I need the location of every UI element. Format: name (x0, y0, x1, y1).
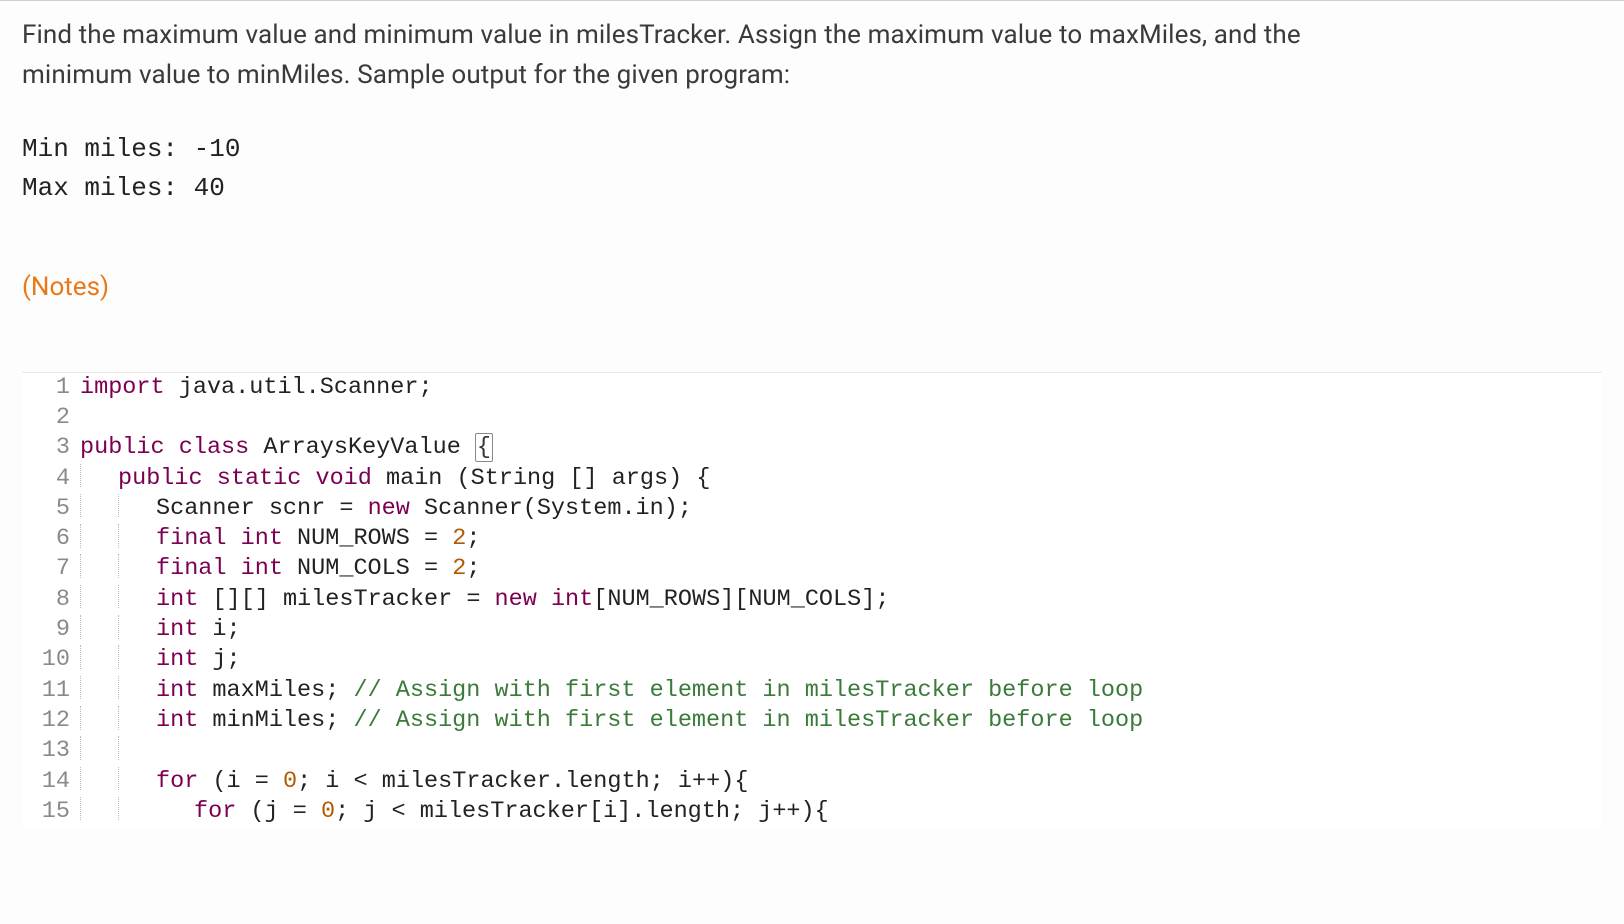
line-number: 2 (22, 403, 80, 433)
line-number: 3 (22, 433, 80, 463)
prompt-line-2: minimum value to minMiles. Sample output… (22, 60, 790, 90)
code-content[interactable]: for (i = 0; i < milesTracker.length; i++… (80, 767, 748, 797)
sample-output-line-2: Max miles: 40 (22, 173, 225, 203)
line-number: 8 (22, 585, 80, 615)
sample-output-line-1: Min miles: -10 (22, 134, 240, 164)
code-content[interactable]: int maxMiles; // Assign with first eleme… (80, 676, 1143, 706)
line-number: 12 (22, 706, 80, 736)
code-line: 9 int i; (22, 615, 1602, 645)
line-number: 1 (22, 373, 80, 403)
line-number: 7 (22, 554, 80, 584)
problem-prompt: Find the maximum value and minimum value… (22, 15, 1602, 96)
line-number: 5 (22, 494, 80, 524)
code-line: 5 Scanner scnr = new Scanner(System.in); (22, 494, 1602, 524)
code-content[interactable]: final int NUM_COLS = 2; (80, 554, 480, 584)
line-number: 9 (22, 615, 80, 645)
code-line: 8 int [][] milesTracker = new int[NUM_RO… (22, 585, 1602, 615)
code-content[interactable]: public static void main (String [] args)… (80, 464, 710, 494)
code-line: 3 public class ArraysKeyValue { (22, 433, 1602, 463)
code-line: 1 import java.util.Scanner; (22, 373, 1602, 403)
code-line: 6 final int NUM_ROWS = 2; (22, 524, 1602, 554)
code-line: 10 int j; (22, 645, 1602, 675)
problem-container: Find the maximum value and minimum value… (0, 0, 1624, 827)
code-line: 4 public static void main (String [] arg… (22, 464, 1602, 494)
code-line: 15 for (j = 0; j < milesTracker[i].lengt… (22, 797, 1602, 827)
line-number: 4 (22, 464, 80, 494)
code-line: 7 final int NUM_COLS = 2; (22, 554, 1602, 584)
code-line: 12 int minMiles; // Assign with first el… (22, 706, 1602, 736)
code-line: 14 for (i = 0; i < milesTracker.length; … (22, 767, 1602, 797)
code-editor[interactable]: 1 import java.util.Scanner; 2 3 public c… (22, 372, 1602, 828)
line-number: 11 (22, 676, 80, 706)
line-number: 15 (22, 797, 80, 827)
code-line: 2 (22, 403, 1602, 433)
prompt-line-1: Find the maximum value and minimum value… (22, 20, 1301, 50)
code-content[interactable]: int j; (80, 645, 241, 675)
code-content[interactable]: int minMiles; // Assign with first eleme… (80, 706, 1143, 736)
code-content[interactable]: Scanner scnr = new Scanner(System.in); (80, 494, 692, 524)
line-number: 14 (22, 767, 80, 797)
cursor-brace: { (475, 433, 493, 462)
line-number: 10 (22, 645, 80, 675)
code-line: 13 (22, 736, 1602, 766)
code-content[interactable]: public class ArraysKeyValue { (80, 433, 493, 463)
sample-output-block: Min miles: -10 Max miles: 40 (22, 130, 1602, 208)
line-number: 13 (22, 736, 80, 766)
code-content[interactable]: int i; (80, 615, 241, 645)
code-content[interactable]: for (j = 0; j < milesTracker[i].length; … (80, 797, 829, 827)
code-content[interactable] (80, 736, 156, 766)
code-line: 11 int maxMiles; // Assign with first el… (22, 676, 1602, 706)
code-content[interactable]: final int NUM_ROWS = 2; (80, 524, 480, 554)
line-number: 6 (22, 524, 80, 554)
code-content[interactable]: import java.util.Scanner; (80, 373, 433, 403)
notes-link[interactable]: (Notes) (22, 272, 109, 302)
code-content[interactable]: int [][] milesTracker = new int[NUM_ROWS… (80, 585, 889, 615)
